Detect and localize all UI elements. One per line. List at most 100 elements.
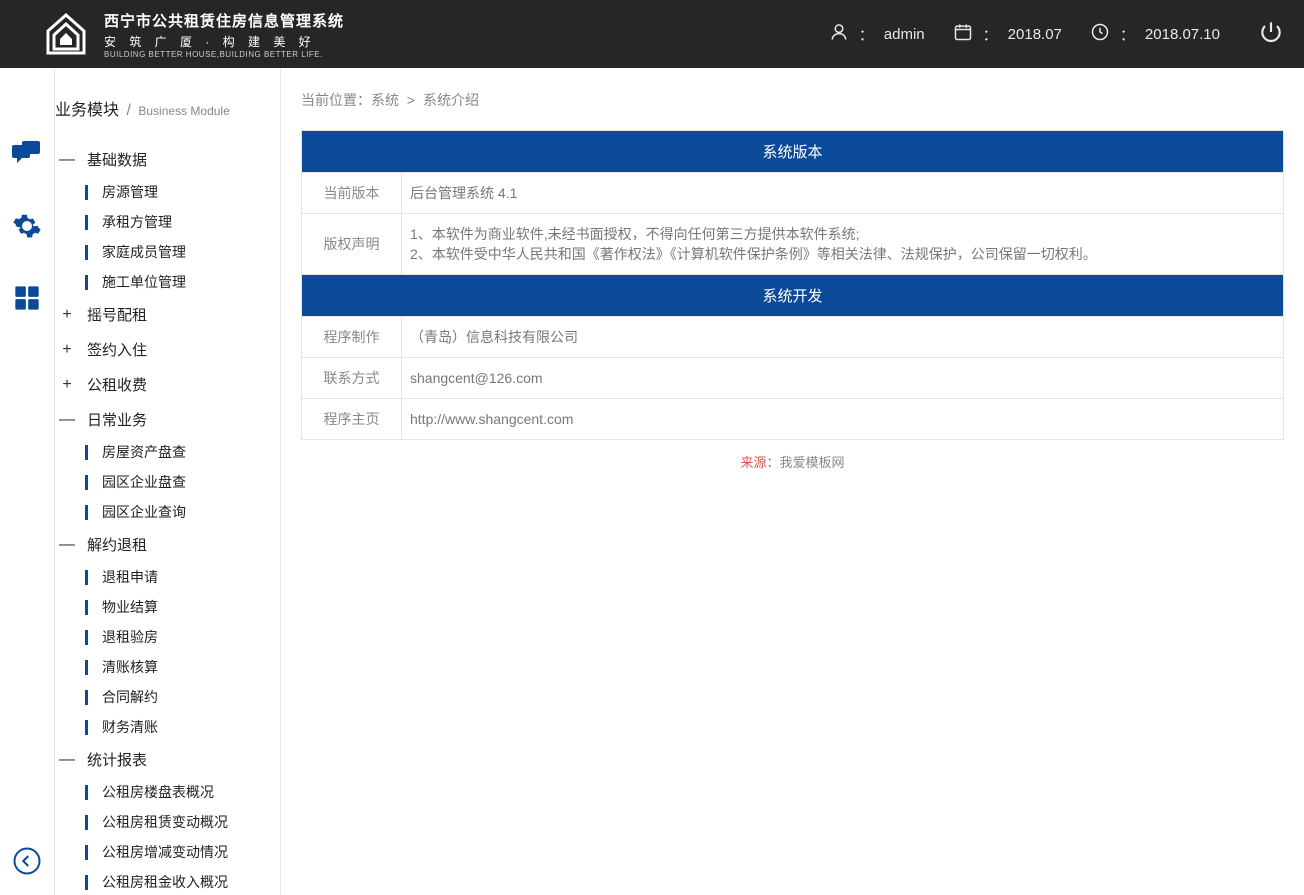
item-marker (85, 215, 88, 230)
menu-sub-item[interactable]: 公租房增减变动情况 (85, 837, 280, 867)
rail-gear-icon[interactable] (11, 210, 43, 242)
menu-sub-item[interactable]: 园区企业盘查 (85, 467, 280, 497)
month-info[interactable]: ： 2018.07 (953, 22, 1062, 46)
item-marker (85, 630, 88, 645)
homepage-link[interactable]: http://www.shangcent.com (410, 411, 573, 427)
menu-group-label: 解约退租 (87, 534, 147, 555)
menu-sub-label: 合同解约 (102, 687, 158, 707)
calendar-icon (953, 22, 973, 46)
menu-sub-label: 家庭成员管理 (102, 242, 186, 262)
menu-sub-item[interactable]: 退租申请 (85, 562, 280, 592)
item-marker (85, 660, 88, 675)
menu-sub-item[interactable]: 承租方管理 (85, 207, 280, 237)
menu-sub-label: 园区企业查询 (102, 502, 186, 522)
menu-group-header[interactable]: — 基础数据 (55, 142, 280, 177)
menu-group-label: 摇号配租 (87, 304, 147, 325)
menu-group-label: 统计报表 (87, 749, 147, 770)
item-marker (85, 600, 88, 615)
source-link[interactable]: 我爱模板网 (780, 455, 845, 470)
menu-sub-item[interactable]: 退租验房 (85, 622, 280, 652)
item-marker (85, 720, 88, 735)
row-label: 程序制作 (302, 317, 402, 358)
row-value: 后台管理系统 4.1 (402, 173, 1284, 214)
menu-group-label: 基础数据 (87, 149, 147, 170)
minus-icon: — (59, 751, 75, 769)
item-marker (85, 570, 88, 585)
menu-sub-item[interactable]: 家庭成员管理 (85, 237, 280, 267)
section-header: 系统开发 (302, 275, 1284, 317)
rail-grid-icon[interactable] (11, 282, 43, 314)
date-info[interactable]: ： 2018.07.10 (1090, 22, 1220, 46)
menu-group-header[interactable]: + 摇号配租 (55, 297, 280, 332)
menu-sub-item[interactable]: 公租房楼盘表概况 (85, 777, 280, 807)
logo-block: 西宁市公共租赁住房信息管理系统 安 筑 广 厦 · 构 建 美 好 BUILDI… (40, 9, 344, 60)
menu-group-header[interactable]: — 日常业务 (55, 402, 280, 437)
menu-sub-label: 房屋资产盘查 (102, 442, 186, 462)
menu-group-label: 日常业务 (87, 409, 147, 430)
item-marker (85, 785, 88, 800)
item-marker (85, 875, 88, 890)
menu-sub-item[interactable]: 公租房租赁变动概况 (85, 807, 280, 837)
month-value: 2018.07 (1008, 26, 1062, 43)
item-marker (85, 845, 88, 860)
menu-sub-label: 房源管理 (102, 182, 158, 202)
menu-sub-label: 物业结算 (102, 597, 158, 617)
menu-sub-label: 施工单位管理 (102, 272, 186, 292)
row-value: 1、本软件为商业软件,未经书面授权，不得向任何第三方提供本软件系统; 2、本软件… (402, 214, 1284, 275)
menu-sub-item[interactable]: 物业结算 (85, 592, 280, 622)
menu-sub-item[interactable]: 公租房租金收入概况 (85, 867, 280, 895)
menu-group-header[interactable]: + 公租收费 (55, 367, 280, 402)
sidebar-title: 业务模块 / Business Module (55, 68, 280, 142)
menu-sub-item[interactable]: 合同解约 (85, 682, 280, 712)
header: 西宁市公共租赁住房信息管理系统 安 筑 广 厦 · 构 建 美 好 BUILDI… (0, 0, 1304, 68)
breadcrumb-item[interactable]: 系统 (371, 92, 399, 108)
user-name: admin (884, 26, 925, 43)
menu-group-header[interactable]: — 统计报表 (55, 742, 280, 777)
plus-icon: + (59, 341, 75, 359)
menu-sub-item[interactable]: 清账核算 (85, 652, 280, 682)
minus-icon: — (59, 536, 75, 554)
menu-sub-item[interactable]: 房源管理 (85, 177, 280, 207)
menu-sub-label: 退租验房 (102, 627, 158, 647)
menu-group-header[interactable]: + 签约入住 (55, 332, 280, 367)
breadcrumb-item: 系统介绍 (423, 92, 479, 108)
menu-sub-label: 园区企业盘查 (102, 472, 186, 492)
menu-sub-item[interactable]: 施工单位管理 (85, 267, 280, 297)
menu-sub-label: 公租房增减变动情况 (102, 842, 228, 862)
menu-sub-item[interactable]: 财务清账 (85, 712, 280, 742)
item-marker (85, 185, 88, 200)
rail-chat-icon[interactable] (11, 138, 43, 170)
user-info[interactable]: ： admin (829, 22, 925, 46)
row-value: shangcent@126.com (402, 358, 1284, 399)
item-marker (85, 690, 88, 705)
menu-sub-label: 退租申请 (102, 567, 158, 587)
plus-icon: + (59, 376, 75, 394)
user-icon (829, 22, 849, 46)
menu-sub-item[interactable]: 房屋资产盘查 (85, 437, 280, 467)
item-marker (85, 275, 88, 290)
main-content: 当前位置：系统 > 系统介绍 系统版本 当前版本 后台管理系统 4.1 版权声明… (281, 68, 1304, 895)
item-marker (85, 505, 88, 520)
breadcrumb: 当前位置：系统 > 系统介绍 (301, 90, 1284, 130)
row-label: 当前版本 (302, 173, 402, 214)
menu-group-label: 公租收费 (87, 374, 147, 395)
menu-group-label: 签约入住 (87, 339, 147, 360)
clock-icon (1090, 22, 1110, 46)
row-label: 版权声明 (302, 214, 402, 275)
date-value: 2018.07.10 (1145, 26, 1220, 43)
minus-icon: — (59, 411, 75, 429)
item-marker (85, 245, 88, 260)
item-marker (85, 445, 88, 460)
power-button[interactable] (1258, 19, 1284, 49)
row-label: 联系方式 (302, 358, 402, 399)
minus-icon: — (59, 151, 75, 169)
app-title: 西宁市公共租赁住房信息管理系统 (104, 10, 344, 31)
item-marker (85, 475, 88, 490)
menu-sub-label: 公租房租金收入概况 (102, 872, 228, 892)
rail-back-icon[interactable] (11, 845, 43, 877)
menu-sub-label: 承租方管理 (102, 212, 172, 232)
plus-icon: + (59, 306, 75, 324)
menu-group-header[interactable]: — 解约退租 (55, 527, 280, 562)
menu-sub-item[interactable]: 园区企业查询 (85, 497, 280, 527)
row-value: （青岛）信息科技有限公司 (402, 317, 1284, 358)
